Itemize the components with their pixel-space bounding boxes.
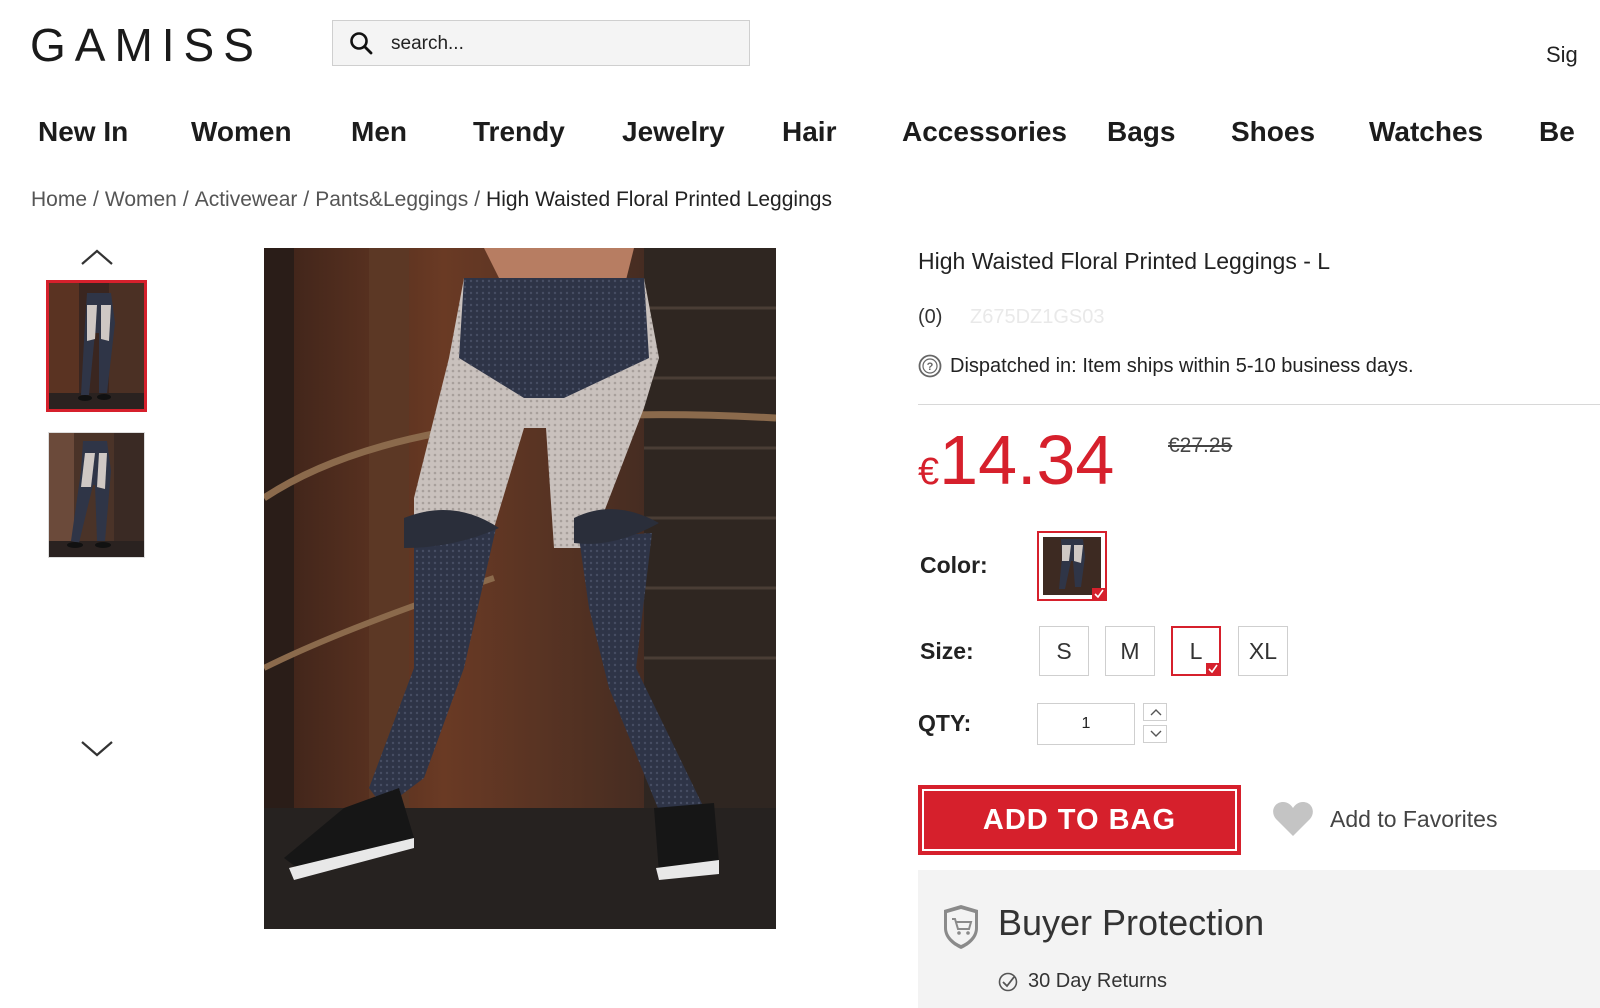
search-icon[interactable] (349, 31, 373, 55)
size-label: Size: (920, 638, 974, 664)
chevron-up-icon (1150, 709, 1162, 716)
nav-item-bags[interactable]: Bags (1107, 116, 1175, 148)
qty-label: QTY: (918, 710, 972, 736)
dispatch-label: Dispatched in: (950, 354, 1077, 377)
divider (918, 404, 1600, 405)
product-photo (264, 248, 776, 929)
review-count[interactable]: (0) (918, 306, 942, 329)
thumbnail-2[interactable] (48, 432, 145, 558)
quantity-input[interactable]: 1 (1037, 703, 1135, 745)
add-to-favorites-button[interactable]: Add to Favorites (1272, 800, 1497, 838)
breadcrumb-separator: / (474, 188, 481, 211)
qty-increase-button[interactable] (1143, 703, 1167, 721)
color-label: Color: (920, 552, 988, 578)
buyer-protection-panel: Buyer Protection 30 Day Returns (918, 870, 1600, 1008)
search-bar[interactable] (332, 20, 750, 66)
size-option-l-label: L (1189, 638, 1203, 664)
product-sku: Z675DZ1GS03 (970, 306, 1105, 328)
breadcrumb-separator: / (93, 188, 99, 211)
add-to-favorites-label: Add to Favorites (1330, 805, 1498, 832)
protection-item-label: 30 Day Returns (1028, 970, 1167, 992)
main-product-image[interactable] (264, 248, 776, 929)
nav-item-shoes[interactable]: Shoes (1231, 116, 1315, 148)
product-thumbnail-image (49, 283, 144, 409)
check-icon (1092, 588, 1106, 600)
color-swatch-image (1043, 537, 1101, 595)
dispatch-value: Item ships within 5-10 business days. (1082, 354, 1414, 377)
search-input[interactable] (389, 29, 733, 59)
price-currency: € (918, 451, 940, 493)
size-option-s[interactable]: S (1039, 626, 1089, 676)
breadcrumb: Home / Women / Activewear / Pants&Leggings / Hig… (31, 188, 832, 212)
nav-item-jewelry[interactable]: Jewelry (622, 116, 725, 148)
chevron-up-icon[interactable] (79, 246, 115, 268)
price: €14.34 (918, 420, 1114, 500)
breadcrumb-women[interactable]: Women (105, 188, 177, 211)
nav-item-watches[interactable]: Watches (1369, 116, 1483, 148)
breadcrumb-current: High Waisted Floral Printed Leggings (486, 188, 832, 211)
thumbnail-1[interactable] (46, 280, 147, 412)
nav-item-men[interactable]: Men (351, 116, 407, 148)
breadcrumb-activewear[interactable]: Activewear (195, 188, 298, 211)
check-circle-icon (998, 972, 1018, 991)
nav-item-be[interactable]: Be (1539, 116, 1575, 148)
shield-cart-icon (944, 905, 978, 949)
qty-decrease-button[interactable] (1143, 725, 1167, 743)
question-icon[interactable]: ? (918, 354, 942, 378)
nav-item-women[interactable]: Women (191, 116, 292, 148)
chevron-down-icon (1150, 730, 1162, 737)
nav-item-hair[interactable]: Hair (782, 116, 836, 148)
breadcrumb-separator: / (182, 188, 189, 211)
svg-text:?: ? (927, 361, 934, 373)
nav-item-trendy[interactable]: Trendy (473, 116, 565, 148)
old-price: €27.25 (1168, 434, 1233, 457)
price-amount: 14.34 (939, 421, 1115, 499)
site-logo[interactable]: GAMISS (30, 18, 263, 72)
chevron-down-icon[interactable] (79, 738, 115, 760)
buyer-protection-title: Buyer Protection (998, 902, 1265, 943)
main-nav: New In Women Men Trendy Jewelry Hair Acc… (0, 110, 1600, 160)
size-option-xl[interactable]: XL (1238, 626, 1288, 676)
breadcrumb-pants-leggings[interactable]: Pants&Leggings (315, 188, 468, 211)
breadcrumb-home[interactable]: Home (31, 188, 87, 211)
size-option-m[interactable]: M (1105, 626, 1155, 676)
add-to-bag-button[interactable]: ADD TO BAG (918, 785, 1241, 855)
add-to-bag-label: ADD TO BAG (922, 789, 1237, 851)
protection-item: 30 Day Returns (998, 970, 1167, 993)
check-icon (1206, 663, 1220, 675)
color-swatch[interactable] (1037, 531, 1107, 601)
dispatch-info: ? Dispatched in: Item ships within 5-10 … (918, 354, 1414, 378)
size-option-l[interactable]: L (1171, 626, 1221, 676)
heart-icon (1273, 802, 1313, 836)
product-thumbnail-image-2 (49, 433, 144, 557)
breadcrumb-separator: / (303, 188, 310, 211)
nav-item-accessories[interactable]: Accessories (902, 116, 1067, 148)
nav-item-new-in[interactable]: New In (38, 116, 128, 148)
signin-link[interactable]: Sig (1546, 42, 1578, 68)
product-title: High Waisted Floral Printed Leggings - L (918, 248, 1331, 274)
